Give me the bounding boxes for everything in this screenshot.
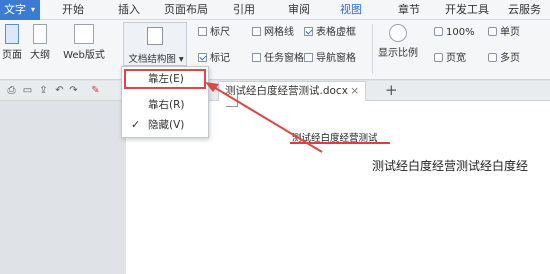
multi-page-button[interactable]: 多页 <box>488 52 520 65</box>
menu-bar: 文字 ▾ 开始 插入 页面布局 引用 审阅 视图 章节 开发工具 云服务 <box>0 0 550 20</box>
export-icon[interactable]: ⇪ <box>38 85 49 96</box>
page-width-label: 页宽 <box>446 53 466 64</box>
checkbox-label: 网格线 <box>264 27 294 38</box>
tab-home[interactable]: 开始 <box>62 0 84 20</box>
zoom-100-icon <box>434 27 443 36</box>
menu-item-left[interactable]: 靠左(E) <box>124 69 206 89</box>
multi-page-label: 多页 <box>500 53 520 64</box>
web-layout-icon <box>74 24 94 44</box>
file-menu-button[interactable]: 文字 ▾ <box>0 0 40 20</box>
page-view-icon <box>5 24 19 44</box>
new-tab-button[interactable]: + <box>385 81 398 100</box>
zoom-button[interactable]: 显示比例 <box>376 24 420 59</box>
doc-structure-label: 文档结构图 ▾ <box>128 54 184 65</box>
single-page-label: 单页 <box>500 27 520 38</box>
magnifier-icon <box>389 24 407 42</box>
doc-structure-icon <box>147 27 163 45</box>
zoom-100-button[interactable]: 100% <box>434 26 475 39</box>
checkbox-label: 标记 <box>210 53 230 64</box>
doc-structure-button[interactable]: 文档结构图 ▾ <box>123 22 187 66</box>
checkbox-label: 导航窗格 <box>316 53 356 64</box>
document-tab[interactable]: 测试经白度经营测试.docx × <box>218 81 366 101</box>
tab-bar: ⎙ ▭ ⇪ ↶ ↷ ✎ 测试经白度经营测试.docx × + <box>0 81 550 101</box>
document-body-text: 测试经白度经营测试经白度经 <box>372 159 529 173</box>
document-tab-label: 测试经白度经营测试.docx <box>225 85 348 97</box>
single-page-button[interactable]: 单页 <box>488 26 520 39</box>
doc-structure-dropdown: 靠左(E) 靠右(R) ✓ 隐藏(V) <box>121 66 209 138</box>
tab-page-layout[interactable]: 页面布局 <box>164 0 208 20</box>
checkbox-box <box>198 53 207 62</box>
tab-view[interactable]: 视图 <box>340 0 362 20</box>
menu-item-right[interactable]: 靠右(R) <box>122 95 210 115</box>
annotation-underline <box>290 142 390 144</box>
task-pane-checkbox[interactable]: 任务窗格 <box>252 52 304 65</box>
markup-checkbox[interactable]: 标记 <box>198 52 230 65</box>
page-width-icon <box>434 53 443 62</box>
page-view-label: 页面 <box>2 50 22 61</box>
chevron-down-icon: ▾ <box>30 5 35 14</box>
outline-view-button[interactable]: 大纲 <box>28 24 52 61</box>
tab-insert[interactable]: 插入 <box>118 0 140 20</box>
zoom-100-label: 100% <box>446 27 475 38</box>
tab-references[interactable]: 引用 <box>233 0 255 20</box>
web-view-label: Web版式 <box>63 50 105 61</box>
tab-developer[interactable]: 开发工具 <box>445 0 489 20</box>
checkbox-label: 标尺 <box>210 27 230 38</box>
tab-cloud[interactable]: 云服务 <box>508 0 541 20</box>
tab-review[interactable]: 审阅 <box>288 0 310 20</box>
checkbox-box <box>252 53 261 62</box>
margin-corner-mark <box>226 95 238 107</box>
ribbon: 页面 大纲 Web版式 文档结构图 ▾ 标尺 网格线 表格虚框 标记 任务窗格 … <box>0 20 550 80</box>
checkbox-box <box>198 27 207 36</box>
multi-page-icon <box>488 53 497 62</box>
tab-chapter[interactable]: 章节 <box>398 0 420 20</box>
checkmark-icon: ✓ <box>131 118 141 131</box>
page-width-button[interactable]: 页宽 <box>434 52 466 65</box>
nav-pane-checkbox[interactable]: 导航窗格 <box>304 52 356 65</box>
checkbox-label: 任务窗格 <box>264 53 304 64</box>
page-view-button[interactable]: 页面 <box>0 24 24 61</box>
print-preview-icon[interactable]: ▭ <box>22 85 33 96</box>
gridlines-checkbox[interactable]: 网格线 <box>252 26 294 39</box>
checkbox-label: 表格虚框 <box>316 27 356 38</box>
checkbox-box <box>304 27 313 36</box>
single-page-icon <box>488 27 497 36</box>
ribbon-divider <box>372 24 373 74</box>
outline-icon <box>33 24 47 44</box>
undo-icon[interactable]: ↶ <box>54 85 65 96</box>
format-painter-icon[interactable]: ✎ <box>90 85 101 96</box>
outline-view-label: 大纲 <box>30 50 50 61</box>
checkbox-box <box>304 53 313 62</box>
ruler-checkbox[interactable]: 标尺 <box>198 26 230 39</box>
checkbox-box <box>252 27 261 36</box>
table-gridlines-checkbox[interactable]: 表格虚框 <box>304 26 356 39</box>
redo-icon[interactable]: ↷ <box>68 85 79 96</box>
menu-item-hide-label: 隐藏(V) <box>148 119 185 131</box>
close-icon[interactable]: × <box>350 82 359 101</box>
web-view-button[interactable]: Web版式 <box>58 24 110 61</box>
menu-item-hide[interactable]: ✓ 隐藏(V) <box>122 115 210 135</box>
print-icon[interactable]: ⎙ <box>6 85 17 96</box>
file-menu-label: 文字 <box>4 3 26 16</box>
document-area <box>0 101 550 274</box>
zoom-label: 显示比例 <box>378 48 418 59</box>
